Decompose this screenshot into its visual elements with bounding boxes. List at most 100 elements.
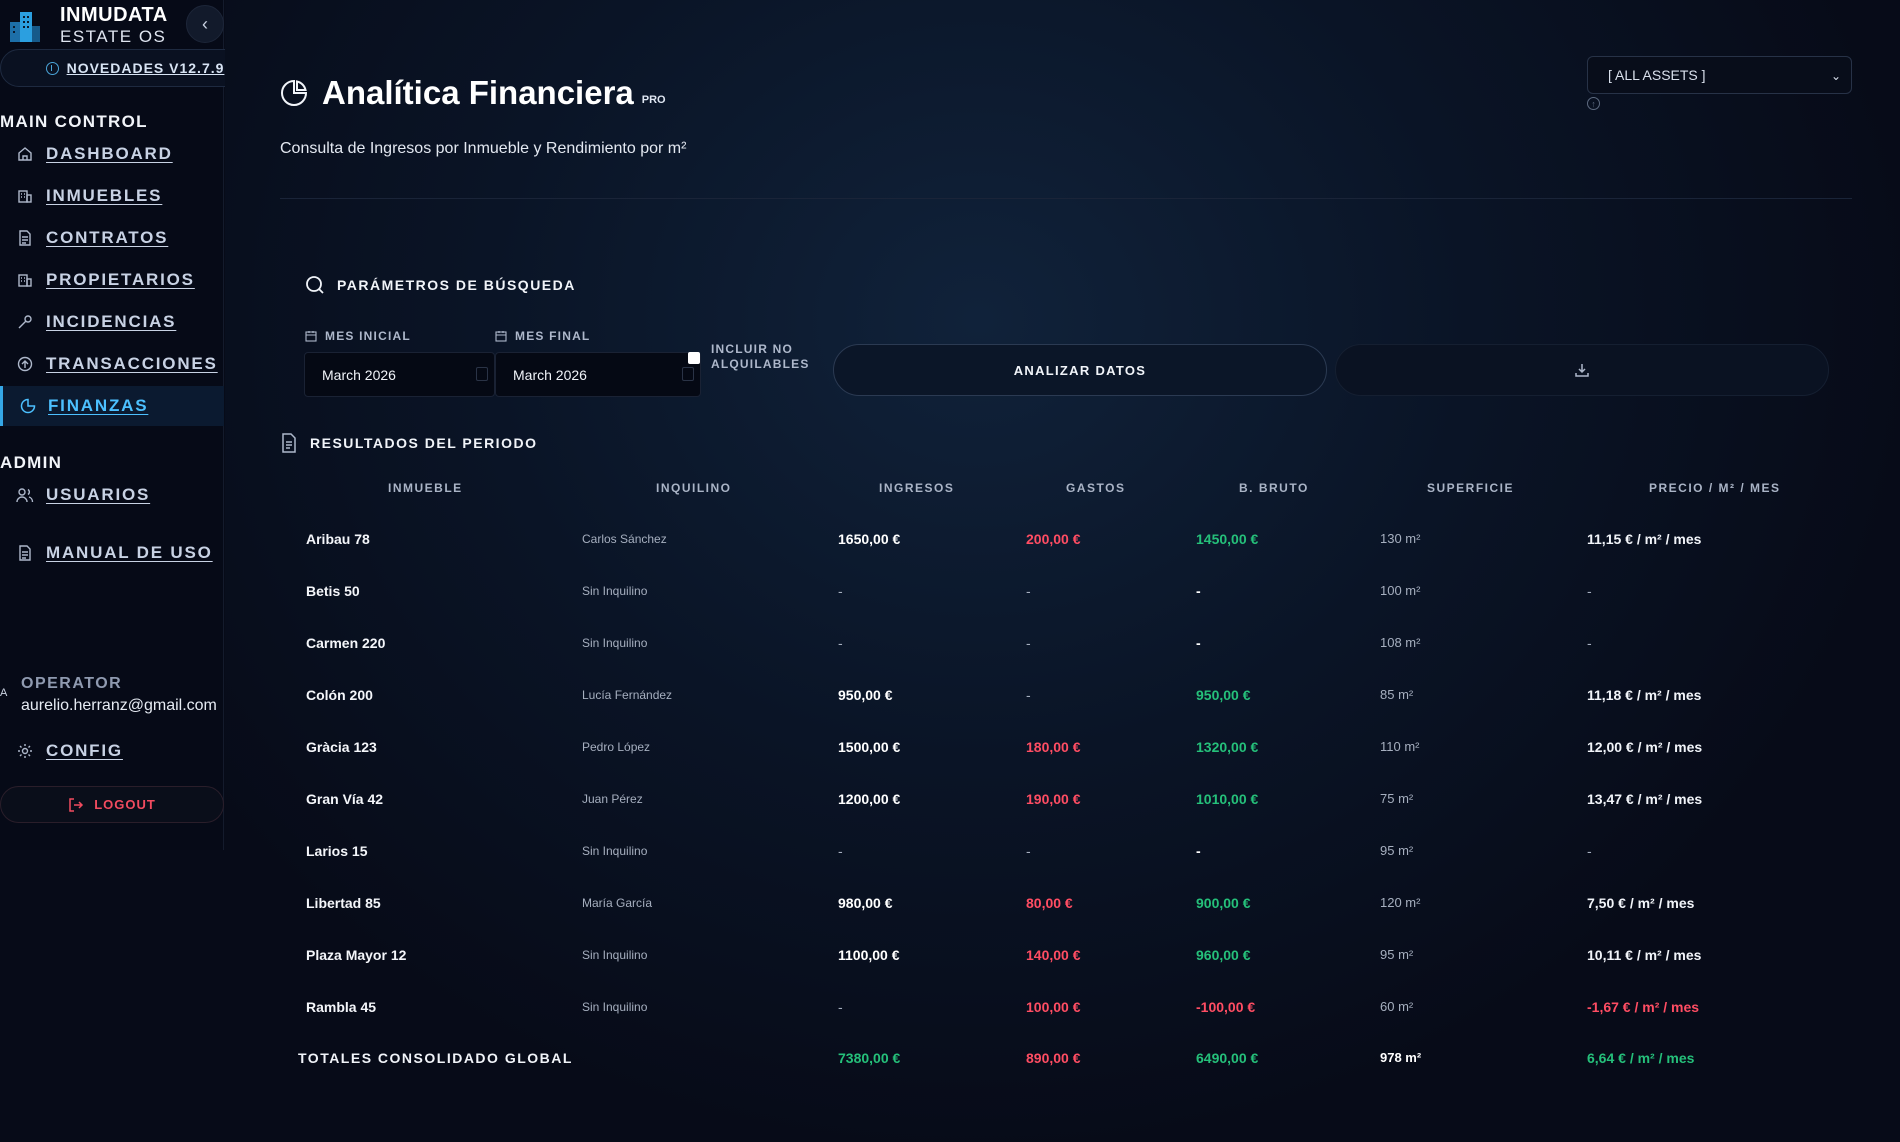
cell-precio: - bbox=[1587, 843, 1592, 859]
totals-ingresos: 7380,00 € bbox=[838, 1050, 901, 1066]
brand-subtitle: ESTATE OS bbox=[60, 27, 167, 46]
end-month-input[interactable]: March 2026 bbox=[495, 352, 701, 397]
table-row[interactable]: Gran Vía 42 Juan Pérez 1200,00 € 190,00 € 10… bbox=[225, 773, 1900, 825]
cell-gastos: - bbox=[1026, 687, 1031, 703]
cell-bruto: 900,00 € bbox=[1196, 895, 1251, 911]
cell-inquilino: María García bbox=[582, 896, 653, 910]
cell-superficie: 95 m² bbox=[1380, 947, 1414, 962]
cell-inquilino: Carlos Sánchez bbox=[582, 532, 667, 546]
results-title: RESULTADOS DEL PERIODO bbox=[310, 435, 538, 451]
cell-precio: 12,00 € / m² / mes bbox=[1587, 739, 1703, 755]
calendar-icon[interactable] bbox=[682, 367, 694, 381]
page-subtitle: Consulta de Ingresos por Inmueble y Rend… bbox=[280, 140, 687, 157]
sidebar-item-propietarios[interactable]: PROPIETARIOS bbox=[0, 260, 224, 300]
calendar-icon[interactable] bbox=[476, 367, 488, 381]
sidebar-item-config[interactable]: CONFIG bbox=[0, 731, 224, 771]
cell-inquilino: Lucía Fernández bbox=[582, 688, 673, 702]
cell-superficie: 108 m² bbox=[1380, 635, 1421, 650]
cell-precio: 13,47 € / m² / mes bbox=[1587, 791, 1703, 807]
arrow-up-circle-icon[interactable]: ↑ bbox=[1587, 97, 1600, 110]
cell-inmueble: Rambla 45 bbox=[306, 999, 377, 1015]
table-row[interactable]: Betis 50 Sin Inquilino - - - 100 m² - bbox=[225, 565, 1900, 617]
document-icon bbox=[15, 543, 35, 563]
download-button[interactable] bbox=[1335, 344, 1829, 396]
column-header-precio[interactable]: PRECIO / M² / MES bbox=[1649, 481, 1781, 495]
pro-badge: PRO bbox=[641, 94, 666, 106]
cell-superficie: 100 m² bbox=[1380, 583, 1421, 598]
column-header-inquilino[interactable]: INQUILINO bbox=[656, 481, 732, 495]
sidebar-item-incidencias[interactable]: INCIDENCIAS bbox=[0, 302, 224, 342]
totals-label: TOTALES CONSOLIDADO GLOBAL bbox=[298, 1050, 573, 1066]
column-header-ingresos[interactable]: INGRESOS bbox=[879, 481, 954, 495]
asset-filter-value: [ ALL ASSETS ] bbox=[1608, 67, 1706, 83]
column-header-gastos[interactable]: GASTOS bbox=[1066, 481, 1125, 495]
calendar-icon bbox=[495, 331, 507, 342]
chevron-left-icon: ‹ bbox=[202, 13, 208, 34]
sidebar-item-label: CONFIG bbox=[46, 741, 123, 760]
logout-icon bbox=[69, 797, 84, 812]
news-label: NOVEDADES V12.7.9 bbox=[66, 60, 225, 76]
column-header-superficie[interactable]: SUPERFICIE bbox=[1427, 481, 1514, 495]
include-non-rentable-checkbox[interactable] bbox=[688, 352, 700, 364]
sidebar-item-dashboard[interactable]: DASHBOARD bbox=[0, 134, 224, 174]
avatar: A bbox=[0, 687, 8, 699]
table-row[interactable]: Plaza Mayor 12 Sin Inquilino 1100,00 € 140,… bbox=[225, 929, 1900, 981]
sidebar-item-contratos[interactable]: CONTRATOS bbox=[0, 218, 224, 258]
sidebar-item-usuarios[interactable]: USUARIOS bbox=[0, 475, 224, 515]
cell-inmueble: Aribau 78 bbox=[306, 531, 370, 547]
collapse-sidebar-button[interactable]: ‹ bbox=[186, 5, 224, 43]
pie-chart-icon bbox=[18, 396, 38, 416]
document-icon bbox=[282, 433, 296, 453]
cell-inmueble: Gran Vía 42 bbox=[306, 791, 384, 807]
logout-button[interactable]: LOGOUT bbox=[0, 786, 224, 823]
cell-inmueble: Plaza Mayor 12 bbox=[306, 947, 407, 963]
asset-filter-select[interactable]: [ ALL ASSETS ] ⌄ bbox=[1587, 56, 1852, 94]
admin-heading: ADMIN bbox=[0, 453, 63, 472]
table-row[interactable]: Libertad 85 María García 980,00 € 80,00 € 90… bbox=[225, 877, 1900, 929]
start-month-input[interactable]: March 2026 bbox=[304, 352, 495, 397]
cell-gastos: 100,00 € bbox=[1026, 999, 1081, 1015]
document-icon bbox=[15, 228, 35, 248]
cell-ingresos: 1500,00 € bbox=[838, 739, 901, 755]
table-row[interactable]: Larios 15 Sin Inquilino - - - 95 m² - bbox=[225, 825, 1900, 877]
table-row[interactable]: Gràcia 123 Pedro López 1500,00 € 180,00 € 13… bbox=[225, 721, 1900, 773]
cell-ingresos: 1650,00 € bbox=[838, 531, 901, 547]
table-row[interactable]: Colón 200 Lucía Fernández 950,00 € - 950,00 … bbox=[225, 669, 1900, 721]
operator-label: OPERATOR bbox=[21, 675, 123, 692]
sidebar-item-finanzas[interactable]: FINANZAS bbox=[0, 386, 224, 426]
brand-name: INMUDATA bbox=[60, 4, 168, 26]
cell-inmueble: Carmen 220 bbox=[306, 635, 386, 651]
column-header-bruto[interactable]: B. BRUTO bbox=[1239, 481, 1309, 495]
table-row[interactable]: Rambla 45 Sin Inquilino -100,00 € -100,00 €… bbox=[225, 981, 1900, 1033]
operator-email: aurelio.herranz@gmail.com bbox=[21, 697, 217, 714]
cell-inquilino: Sin Inquilino bbox=[582, 1000, 648, 1014]
cell-inmueble: Larios 15 bbox=[306, 843, 368, 859]
cell-inmueble: Libertad 85 bbox=[306, 895, 381, 911]
table-row[interactable]: Carmen 220 Sin Inquilino - - - 108 m² - bbox=[225, 617, 1900, 669]
cell-ingresos: 950,00 € bbox=[838, 687, 893, 703]
cell-bruto: 1320,00 € bbox=[1196, 739, 1259, 755]
table-row[interactable]: Aribau 78 Carlos Sánchez 1650,00 € 200,00 €… bbox=[225, 513, 1900, 565]
cell-bruto: 1010,00 € bbox=[1196, 791, 1259, 807]
sidebar-item-transacciones[interactable]: TRANSACCIONES bbox=[0, 344, 224, 384]
cell-bruto: -100,00 € bbox=[1196, 999, 1256, 1015]
brand[interactable]: INMUDATA ESTATE OS bbox=[8, 4, 168, 48]
column-header-inmueble[interactable]: INMUEBLE bbox=[388, 481, 463, 495]
cell-gastos: - bbox=[1026, 843, 1031, 859]
analyze-button[interactable]: ANALIZAR DATOS bbox=[833, 344, 1327, 396]
include-label-line2: ALQUILABLES bbox=[711, 357, 810, 371]
sidebar-item-manual[interactable]: MANUAL DE USO bbox=[0, 533, 224, 573]
cell-gastos: 80,00 € bbox=[1026, 895, 1073, 911]
cell-inquilino: Sin Inquilino bbox=[582, 948, 648, 962]
cell-superficie: 110 m² bbox=[1380, 739, 1420, 754]
sidebar-item-label: INMUEBLES bbox=[46, 186, 163, 205]
cell-ingresos: 1100,00 € bbox=[838, 947, 900, 963]
cell-bruto: 1450,00 € bbox=[1196, 531, 1259, 547]
cell-precio: 11,15 € / m² / mes bbox=[1587, 531, 1702, 547]
cell-superficie: 75 m² bbox=[1380, 791, 1414, 806]
sidebar-item-inmuebles[interactable]: INMUEBLES bbox=[0, 176, 224, 216]
cell-inmueble: Gràcia 123 bbox=[306, 739, 377, 755]
totals-superficie: 978 m² bbox=[1380, 1050, 1422, 1065]
params-title: PARÁMETROS DE BÚSQUEDA bbox=[337, 277, 576, 293]
end-month-label-text: MES FINAL bbox=[515, 329, 591, 343]
